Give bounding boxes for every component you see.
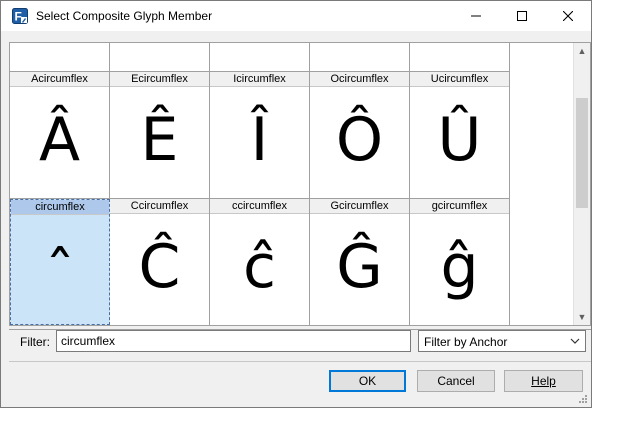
glyph-name: gcircumflex [410, 199, 509, 214]
glyph-preview: ĉ [243, 232, 276, 302]
glyph-name: Ucircumflex [410, 72, 509, 87]
scroll-up-icon[interactable]: ▲ [574, 43, 590, 59]
glyph-cell-icircumflex[interactable]: Icircumflex Î [210, 72, 310, 199]
scroll-down-icon[interactable]: ▼ [574, 309, 590, 325]
fontcreator-icon: F [12, 8, 28, 24]
close-icon [563, 11, 573, 21]
minimize-button[interactable] [453, 1, 499, 31]
filter-mode-select[interactable]: Filter by Anchor [418, 330, 586, 352]
window-title: Select Composite Glyph Member [36, 9, 213, 23]
svg-text:F: F [15, 10, 22, 24]
help-button[interactable]: Help [504, 370, 583, 392]
title-bar[interactable]: F Select Composite Glyph Member [1, 1, 591, 31]
glyph-preview: Î [250, 105, 269, 175]
glyph-preview: Ĉ [138, 232, 181, 302]
glyph-preview: Â [38, 105, 81, 175]
glyph-cell-partial[interactable] [410, 43, 510, 72]
glyph-cells: Acircumflex Â Ecircumflex Ê Icircumflex … [10, 43, 575, 325]
chevron-down-icon [570, 338, 580, 344]
glyph-cell-ccircumflex-lower[interactable]: ccircumflex ĉ [210, 199, 310, 325]
glyph-preview: Ê [140, 105, 179, 175]
glyph-cell-gcircumflex[interactable]: Gcircumflex Ĝ [310, 199, 410, 325]
glyph-cell-ecircumflex[interactable]: Ecircumflex Ê [110, 72, 210, 199]
ok-button[interactable]: OK [329, 370, 406, 392]
glyph-preview: Ô [335, 105, 384, 175]
glyph-name: ccircumflex [210, 199, 309, 214]
glyph-name: Ccircumflex [110, 199, 209, 214]
glyph-cell-ocircumflex[interactable]: Ocircumflex Ô [310, 72, 410, 199]
glyph-cell-ucircumflex[interactable]: Ucircumflex Û [410, 72, 510, 199]
glyph-cell-acircumflex[interactable]: Acircumflex Â [10, 72, 110, 199]
glyph-cell-partial[interactable] [310, 43, 410, 72]
scroll-thumb[interactable] [576, 98, 588, 208]
maximize-button[interactable] [499, 1, 545, 31]
glyph-preview: ˆ [45, 239, 75, 309]
glyph-cell-circumflex[interactable]: circumflex ˆ [10, 199, 110, 325]
glyph-name: Ocircumflex [310, 72, 409, 87]
glyph-preview: ĝ [440, 232, 479, 302]
vertical-scrollbar[interactable]: ▲ ▼ [573, 43, 590, 325]
glyph-preview: Û [437, 105, 482, 175]
glyph-name: Icircumflex [210, 72, 309, 87]
glyph-cell-ccircumflex[interactable]: Ccircumflex Ĉ [110, 199, 210, 325]
glyph-name: Acircumflex [10, 72, 109, 87]
resize-grip-icon[interactable] [578, 394, 588, 404]
divider [9, 361, 591, 362]
filter-mode-value: Filter by Anchor [424, 335, 508, 349]
glyph-name: Gcircumflex [310, 199, 409, 214]
glyph-cell-partial[interactable] [10, 43, 110, 72]
dialog-window: F Select Composite Glyph Member Acircumf… [0, 0, 592, 408]
cancel-button[interactable]: Cancel [417, 370, 495, 392]
glyph-cell-partial[interactable] [110, 43, 210, 72]
filter-input[interactable] [56, 330, 411, 352]
glyph-name: circumflex [11, 200, 109, 215]
glyph-grid[interactable]: Acircumflex Â Ecircumflex Ê Icircumflex … [9, 42, 591, 326]
glyph-name: Ecircumflex [110, 72, 209, 87]
maximize-icon [517, 11, 527, 21]
glyph-cell-partial[interactable] [210, 43, 310, 72]
filter-label: Filter: [20, 335, 50, 349]
close-button[interactable] [545, 1, 591, 31]
minimize-icon [471, 15, 481, 17]
glyph-preview: Ĝ [336, 232, 383, 302]
glyph-cell-gcircumflex-lower[interactable]: gcircumflex ĝ [410, 199, 510, 325]
